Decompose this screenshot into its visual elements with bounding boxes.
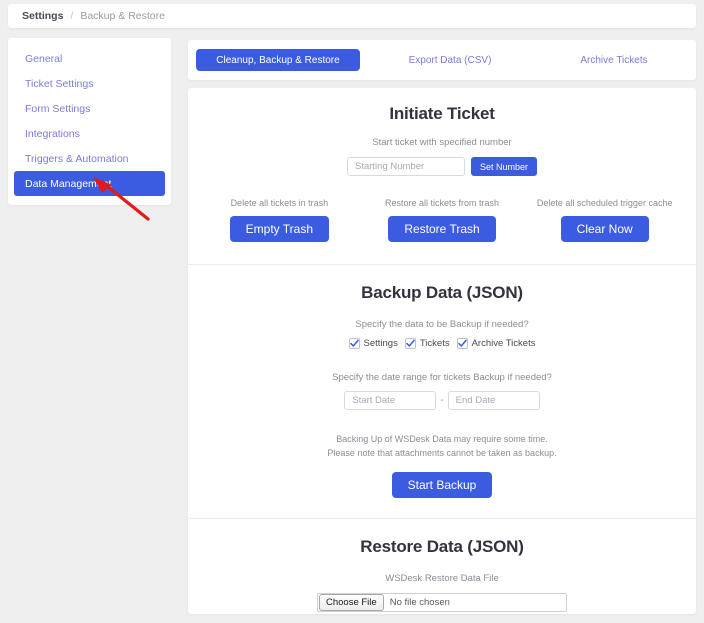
tab-label: Export Data (CSV) xyxy=(408,54,492,66)
starting-number-input[interactable] xyxy=(346,157,465,176)
breadcrumb-separator: / xyxy=(70,10,74,22)
sidebar-item-data-management[interactable]: Data Management xyxy=(14,171,165,196)
backup-date-range: - xyxy=(204,391,680,410)
restore-file-label: WSDesk Restore Data File xyxy=(385,573,499,584)
clear-now-button[interactable]: Clear Now xyxy=(560,216,649,242)
restore-trash-label: Restore all tickets from trash xyxy=(384,198,500,208)
sidebar-item-integrations[interactable]: Integrations xyxy=(8,121,171,146)
backup-data-title: Backup Data (JSON) xyxy=(361,283,523,302)
tab-label: Cleanup, Backup & Restore xyxy=(216,54,340,66)
empty-trash-group: Delete all tickets in trash Empty Trash xyxy=(198,198,361,242)
checkbox-archive-tickets[interactable]: Archive Tickets xyxy=(456,338,536,349)
tab-label: Archive Tickets xyxy=(580,54,648,66)
tab-archive-tickets[interactable]: Archive Tickets xyxy=(532,40,696,80)
checkbox-label: Archive Tickets xyxy=(471,338,536,349)
sidebar-item-label: Data Management xyxy=(25,177,112,190)
tab-cleanup-backup-restore[interactable]: Cleanup, Backup & Restore xyxy=(196,49,360,71)
restore-file-row: Choose File No file chosen xyxy=(204,593,680,612)
settings-sidebar: General Ticket Settings Form Settings In… xyxy=(8,38,171,205)
backup-note-line-2: Please note that attachments cannot be t… xyxy=(327,448,557,458)
breadcrumb: Settings / Backup & Restore xyxy=(8,4,696,28)
set-number-button[interactable]: Set Number xyxy=(470,157,538,176)
sidebar-item-label: Form Settings xyxy=(25,102,91,115)
initiate-ticket-title: Initiate Ticket xyxy=(389,104,495,123)
backup-data-prompt: Specify the data to be Backup if needed? xyxy=(355,319,529,330)
initiate-ticket-controls: Set Number xyxy=(204,157,680,176)
cleanup-actions-row: Delete all tickets in trash Empty Trash … xyxy=(188,176,696,264)
choose-file-button[interactable]: Choose File xyxy=(319,594,384,611)
initiate-ticket-section: Initiate Ticket Start ticket with specif… xyxy=(188,88,696,176)
restore-data-section: Restore Data (JSON) WSDesk Restore Data … xyxy=(188,519,696,614)
start-backup-row: Start Backup xyxy=(204,472,680,498)
breadcrumb-root[interactable]: Settings xyxy=(22,10,63,22)
restore-data-title: Restore Data (JSON) xyxy=(360,537,524,556)
restore-file-input[interactable]: Choose File No file chosen xyxy=(317,593,567,612)
sidebar-item-label: Integrations xyxy=(25,127,80,140)
sidebar-item-label: General xyxy=(25,52,63,65)
checkmark-icon xyxy=(456,338,468,349)
end-date-input[interactable] xyxy=(447,391,540,410)
checkmark-icon xyxy=(404,338,416,349)
restore-trash-group: Restore all tickets from trash Restore T… xyxy=(361,198,524,242)
backup-scope-checkboxes: Settings Tickets Archive Tickets xyxy=(204,338,680,349)
empty-trash-label: Delete all tickets in trash xyxy=(230,198,329,208)
sidebar-item-triggers-automation[interactable]: Triggers & Automation xyxy=(8,146,171,171)
sidebar-item-label: Triggers & Automation xyxy=(25,152,129,165)
checkmark-icon xyxy=(348,338,360,349)
clear-cache-label: Delete all scheduled trigger cache xyxy=(536,198,673,208)
tab-bar: Cleanup, Backup & Restore Export Data (C… xyxy=(188,40,696,80)
data-management-panel: Initiate Ticket Start ticket with specif… xyxy=(188,88,696,614)
start-date-input[interactable] xyxy=(344,391,437,410)
checkbox-label: Settings xyxy=(363,338,398,349)
checkbox-tickets[interactable]: Tickets xyxy=(404,338,450,349)
breadcrumb-leaf: Backup & Restore xyxy=(80,10,165,22)
checkbox-label: Tickets xyxy=(419,338,450,349)
date-range-separator: - xyxy=(440,395,444,406)
sidebar-item-form-settings[interactable]: Form Settings xyxy=(8,96,171,121)
backup-date-prompt: Specify the date range for tickets Backu… xyxy=(332,372,552,383)
tab-export-data-csv[interactable]: Export Data (CSV) xyxy=(368,40,532,80)
clear-cache-group: Delete all scheduled trigger cache Clear… xyxy=(523,198,686,242)
restore-trash-button[interactable]: Restore Trash xyxy=(388,216,496,242)
sidebar-item-general[interactable]: General xyxy=(8,46,171,71)
backup-note-line-1: Backing Up of WSDesk Data may require so… xyxy=(336,434,548,444)
backup-data-section: Backup Data (JSON) Specify the data to b… xyxy=(188,265,696,518)
checkbox-settings[interactable]: Settings xyxy=(348,338,398,349)
start-backup-button[interactable]: Start Backup xyxy=(391,472,493,498)
sidebar-item-ticket-settings[interactable]: Ticket Settings xyxy=(8,71,171,96)
empty-trash-button[interactable]: Empty Trash xyxy=(229,216,330,242)
file-status-text: No file chosen xyxy=(389,597,450,608)
sidebar-item-label: Ticket Settings xyxy=(25,77,94,90)
initiate-ticket-description: Start ticket with specified number xyxy=(372,137,512,148)
